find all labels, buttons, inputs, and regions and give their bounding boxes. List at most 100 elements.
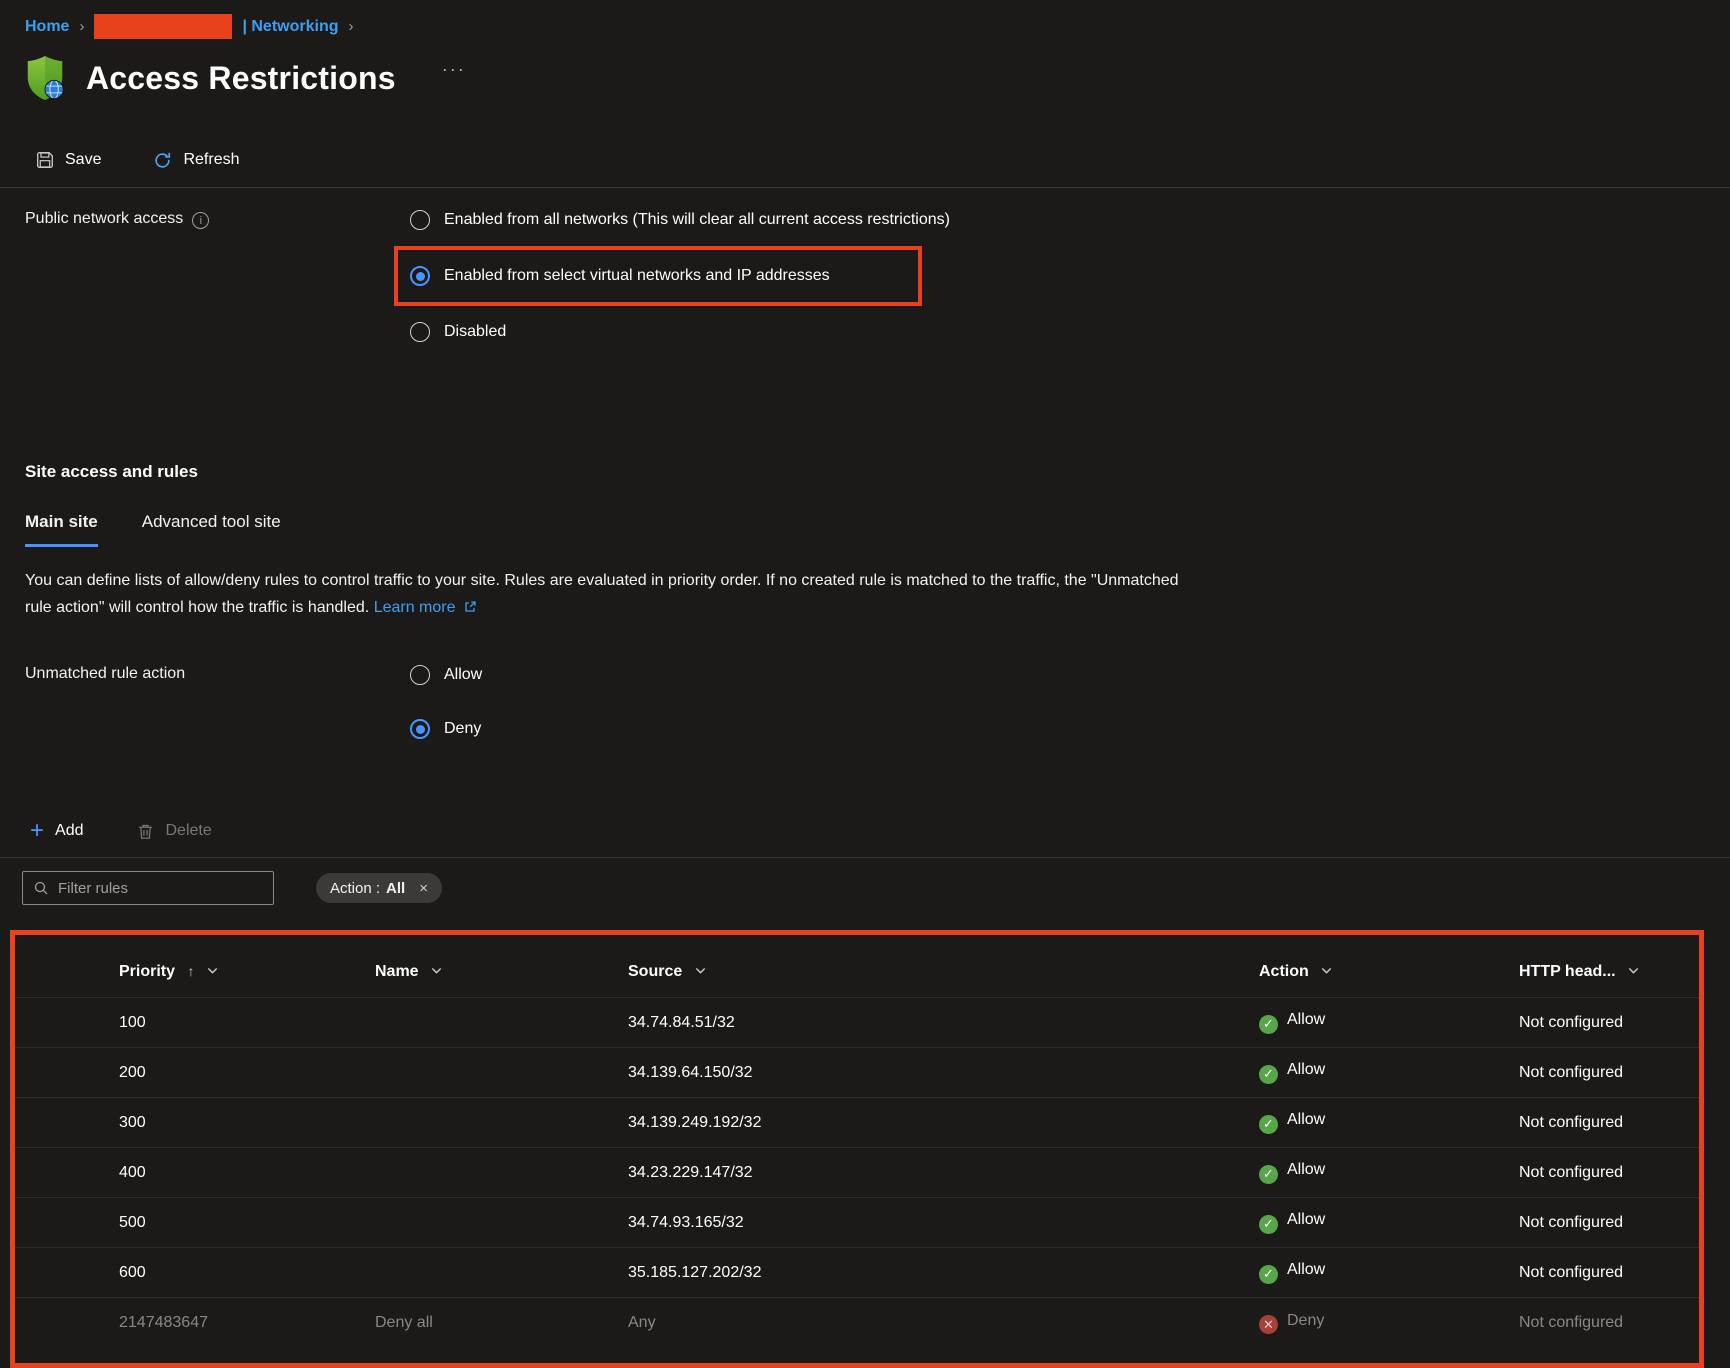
table-row[interactable]: 600 35.185.127.202/32 Allow Not configur… bbox=[15, 1248, 1699, 1298]
filter-chip-action[interactable]: Action : All × bbox=[316, 873, 442, 903]
site-tabs: Main site Advanced tool site bbox=[25, 512, 1730, 547]
action-status-icon bbox=[1259, 1315, 1278, 1334]
chip-label: Action : bbox=[330, 880, 380, 897]
rules-table: Priority ↑ Name Source Action bbox=[15, 945, 1699, 1348]
cell-priority: 2147483647 bbox=[119, 1298, 375, 1348]
tab-advanced-tool-site[interactable]: Advanced tool site bbox=[142, 512, 281, 547]
table-row[interactable]: 100 34.74.84.51/32 Allow Not configured bbox=[15, 998, 1699, 1048]
rules-divider bbox=[0, 857, 1730, 858]
add-label: Add bbox=[55, 822, 83, 840]
table-row[interactable]: 500 34.74.93.165/32 Allow Not configured bbox=[15, 1198, 1699, 1248]
action-status-icon bbox=[1259, 1065, 1278, 1084]
unmatched-rule-action-section: Unmatched rule action Allow Deny bbox=[0, 657, 1730, 765]
more-options-button[interactable]: ··· bbox=[442, 59, 466, 80]
save-label: Save bbox=[65, 151, 101, 169]
public-network-access-section: Public network access i Enabled from all… bbox=[0, 188, 1730, 358]
annotation-highlight-box: Enabled from select virtual networks and… bbox=[394, 246, 922, 306]
add-button[interactable]: + Add bbox=[30, 821, 83, 841]
command-bar: Save Refresh bbox=[36, 143, 1730, 177]
chip-close-icon[interactable]: × bbox=[419, 880, 428, 897]
filter-row: Action : All × bbox=[22, 870, 1730, 906]
radio-option-enabled-select-networks[interactable]: Enabled from select virtual networks and… bbox=[410, 258, 894, 294]
cell-source: 34.139.64.150/32 bbox=[628, 1048, 1259, 1098]
cell-priority: 100 bbox=[119, 998, 375, 1048]
breadcrumb-chevron-icon: › bbox=[349, 18, 354, 35]
column-header-http-header[interactable]: HTTP head... bbox=[1519, 945, 1699, 998]
refresh-icon bbox=[153, 151, 172, 170]
tab-main-site[interactable]: Main site bbox=[25, 512, 98, 547]
breadcrumb-link-networking[interactable]: | Networking bbox=[242, 18, 338, 36]
action-label: Allow bbox=[1287, 1011, 1325, 1028]
radio-option-allow[interactable]: Allow bbox=[410, 657, 482, 693]
cell-priority: 500 bbox=[119, 1198, 375, 1248]
cell-source: Any bbox=[628, 1298, 1259, 1348]
cell-http-header: Not configured bbox=[1519, 1248, 1699, 1298]
breadcrumb-link-home[interactable]: Home bbox=[25, 18, 69, 36]
action-label: Allow bbox=[1287, 1061, 1325, 1078]
radio-option-enabled-all-networks[interactable]: Enabled from all networks (This will cle… bbox=[410, 202, 950, 238]
sort-ascending-icon: ↑ bbox=[187, 963, 194, 979]
action-status-icon bbox=[1259, 1015, 1278, 1034]
rules-command-bar: + Add Delete bbox=[30, 815, 1730, 847]
save-button[interactable]: Save bbox=[36, 151, 101, 169]
column-header-name[interactable]: Name bbox=[375, 945, 628, 998]
refresh-label: Refresh bbox=[183, 151, 239, 169]
action-label: Allow bbox=[1287, 1211, 1325, 1228]
search-icon bbox=[33, 880, 49, 896]
cell-http-header: Not configured bbox=[1519, 1048, 1699, 1098]
radio-selected-icon bbox=[410, 266, 430, 286]
action-status-icon bbox=[1259, 1165, 1278, 1184]
cell-name bbox=[375, 1098, 628, 1148]
breadcrumb-chevron-icon: › bbox=[79, 18, 84, 35]
cell-source: 34.23.229.147/32 bbox=[628, 1148, 1259, 1198]
radio-option-deny[interactable]: Deny bbox=[410, 711, 482, 747]
cell-name bbox=[375, 998, 628, 1048]
cell-source: 35.185.127.202/32 bbox=[628, 1248, 1259, 1298]
radio-option-disabled[interactable]: Disabled bbox=[410, 314, 950, 350]
site-access-heading: Site access and rules bbox=[25, 462, 1730, 482]
unmatched-rule-action-label: Unmatched rule action bbox=[25, 657, 410, 765]
chevron-down-icon bbox=[206, 964, 219, 977]
table-row[interactable]: 300 34.139.249.192/32 Allow Not configur… bbox=[15, 1098, 1699, 1148]
column-header-action[interactable]: Action bbox=[1259, 945, 1519, 998]
page-title: Access Restrictions bbox=[86, 60, 396, 97]
learn-more-link[interactable]: Learn more bbox=[374, 599, 477, 616]
chevron-down-icon bbox=[1320, 964, 1333, 977]
table-row[interactable]: 400 34.23.229.147/32 Allow Not configure… bbox=[15, 1148, 1699, 1198]
table-row[interactable]: 2147483647 Deny all Any Deny Not configu… bbox=[15, 1298, 1699, 1348]
title-row: Access Restrictions ··· bbox=[22, 53, 1730, 103]
cell-action: Allow bbox=[1259, 1198, 1519, 1248]
cell-priority: 300 bbox=[119, 1098, 375, 1148]
cell-action: Allow bbox=[1259, 1098, 1519, 1148]
chevron-down-icon bbox=[1627, 964, 1640, 977]
filter-rules-input[interactable] bbox=[58, 880, 263, 897]
action-status-icon bbox=[1259, 1115, 1278, 1134]
cell-priority: 200 bbox=[119, 1048, 375, 1098]
chip-value: All bbox=[386, 880, 405, 897]
redacted-app-name[interactable] bbox=[94, 14, 232, 39]
trash-icon bbox=[137, 823, 154, 840]
radio-unselected-icon bbox=[410, 665, 430, 685]
cell-name bbox=[375, 1198, 628, 1248]
save-icon bbox=[36, 151, 54, 169]
refresh-button[interactable]: Refresh bbox=[153, 151, 239, 170]
access-restrictions-app-icon bbox=[22, 54, 68, 102]
cell-action: Deny bbox=[1259, 1298, 1519, 1348]
cell-http-header: Not configured bbox=[1519, 998, 1699, 1048]
delete-button[interactable]: Delete bbox=[137, 822, 211, 840]
filter-rules-search bbox=[22, 871, 274, 905]
cell-name bbox=[375, 1148, 628, 1198]
cell-http-header: Not configured bbox=[1519, 1198, 1699, 1248]
rules-description: You can define lists of allow/deny rules… bbox=[25, 567, 1190, 621]
rules-table-body: 100 34.74.84.51/32 Allow Not configured … bbox=[15, 998, 1699, 1348]
cell-source: 34.74.93.165/32 bbox=[628, 1198, 1259, 1248]
public-network-access-label: Public network access i bbox=[25, 202, 410, 358]
table-row[interactable]: 200 34.139.64.150/32 Allow Not configure… bbox=[15, 1048, 1699, 1098]
cell-name bbox=[375, 1048, 628, 1098]
info-icon[interactable]: i bbox=[192, 212, 209, 229]
table-annotation-box: Priority ↑ Name Source Action bbox=[10, 930, 1704, 1368]
cell-http-header: Not configured bbox=[1519, 1098, 1699, 1148]
column-header-priority[interactable]: Priority ↑ bbox=[119, 945, 375, 998]
column-header-source[interactable]: Source bbox=[628, 945, 1259, 998]
cell-action: Allow bbox=[1259, 1248, 1519, 1298]
